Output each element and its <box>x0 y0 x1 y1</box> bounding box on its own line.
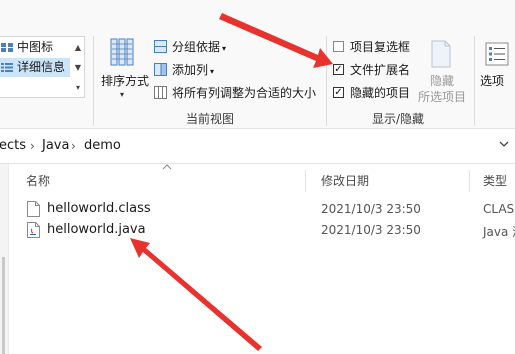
layout-item-label: 详细信息 <box>17 60 66 74</box>
gallery-scroll-down-button[interactable]: ▼ <box>72 58 84 77</box>
file-icon <box>27 201 40 217</box>
java-file-icon <box>27 222 40 238</box>
chevron-down-icon: ▾ <box>210 67 215 76</box>
layout-gallery: 中图标 详细信息 ▲ ▼ ▾ <box>0 36 85 98</box>
options-button[interactable]: 选项 <box>478 38 515 98</box>
add-column-icon <box>154 63 167 76</box>
hide-selected-items-button[interactable]: 隐藏 所选项目 <box>414 38 470 108</box>
hidden-items-toggle[interactable]: ✓ 隐藏的项目 <box>333 84 423 102</box>
group-divider <box>93 36 94 126</box>
options-icon <box>485 42 509 66</box>
navigation-pane-scrollbar[interactable] <box>2 257 5 354</box>
explorer-window: 中图标 详细信息 ▲ ▼ ▾ 排序方式 ▾ 分组依据 ▾ 添加列 ▾ 将所有列调… <box>0 0 515 354</box>
column-divider[interactable] <box>305 170 306 192</box>
fit-all-columns-label: 将所有列调整为合适的大小 <box>172 86 317 100</box>
navigation-pane-edge <box>0 164 9 354</box>
sort-ascending-icon <box>162 164 172 170</box>
file-name: helloworld.java <box>47 222 146 237</box>
item-checkboxes-label: 项目复选框 <box>350 40 411 54</box>
medium-icons-icon <box>1 43 13 52</box>
sort-columns-icon <box>110 38 134 66</box>
chevron-down-icon: ▾ <box>222 44 227 53</box>
file-extensions-toggle[interactable]: ✓ 文件扩展名 <box>333 61 423 79</box>
details-icon <box>1 63 13 72</box>
sort-by-button[interactable]: 排序方式 ▾ <box>98 36 152 106</box>
checkbox-checked[interactable]: ✓ <box>333 64 344 75</box>
breadcrumb-item[interactable]: demo <box>84 138 121 153</box>
group-divider <box>326 36 327 126</box>
layout-item-medium-icons[interactable]: 中图标 <box>0 38 70 57</box>
hide-selected-label-line2: 所选项目 <box>417 90 466 104</box>
add-column-label: 添加列 <box>172 63 209 77</box>
item-checkboxes-toggle[interactable]: 项目复选框 <box>333 38 423 56</box>
show-hide-group-label: 显示/隐藏 <box>372 112 425 126</box>
gallery-scroll-up-button[interactable]: ▲ <box>72 38 84 57</box>
breadcrumb-item[interactable]: Java <box>42 138 69 153</box>
breadcrumb-separator-icon[interactable]: › <box>30 139 35 153</box>
file-row[interactable]: helloworld.java 2021/10/3 23:50 Java 源 <box>10 220 515 241</box>
column-header-type[interactable]: 类型 <box>483 172 507 189</box>
file-type: Java 源 <box>483 225 515 239</box>
group-by-icon <box>154 40 167 53</box>
layout-item-details[interactable]: 详细信息 <box>0 58 70 77</box>
chevron-down-icon[interactable] <box>498 138 510 150</box>
hide-selected-icon <box>431 40 451 68</box>
layout-item-label: 中图标 <box>17 40 54 54</box>
column-header-modified[interactable]: 修改日期 <box>321 172 369 189</box>
file-name: helloworld.class <box>47 201 151 216</box>
file-row[interactable]: helloworld.class 2021/10/3 23:50 CLASS <box>10 199 515 220</box>
checkbox-checked[interactable]: ✓ <box>333 87 344 98</box>
file-extensions-label: 文件扩展名 <box>350 63 411 77</box>
breadcrumb-item[interactable]: ects <box>0 138 26 153</box>
file-modified-date: 2021/10/3 23:50 <box>321 202 421 216</box>
column-header-name[interactable]: 名称 <box>26 172 50 189</box>
file-type: CLASS <box>483 202 515 216</box>
sort-by-label: 排序方式 <box>100 74 149 88</box>
column-divider[interactable] <box>469 170 470 192</box>
gallery-more-button[interactable]: ▾ <box>72 78 84 97</box>
hidden-items-label: 隐藏的项目 <box>350 86 411 100</box>
ribbon-view-tab: 中图标 详细信息 ▲ ▼ ▾ 排序方式 ▾ 分组依据 ▾ 添加列 ▾ 将所有列调… <box>0 0 515 129</box>
hide-selected-label-line1: 隐藏 <box>429 74 454 88</box>
chevron-down-icon: ▾ <box>120 90 125 99</box>
fit-columns-icon <box>154 86 167 99</box>
file-list: 名称 修改日期 类型 helloworld.class 2021/10/3 23… <box>0 164 515 354</box>
file-modified-date: 2021/10/3 23:50 <box>321 223 421 237</box>
group-by-label: 分组依据 <box>172 40 221 54</box>
checkbox-unchecked[interactable] <box>333 41 344 52</box>
current-view-group-label: 当前视图 <box>186 112 235 126</box>
address-bar[interactable]: ects › Java › demo <box>0 129 515 164</box>
group-divider <box>474 36 475 126</box>
options-label: 选项 <box>480 74 505 88</box>
breadcrumb-separator-icon[interactable]: › <box>71 139 76 153</box>
